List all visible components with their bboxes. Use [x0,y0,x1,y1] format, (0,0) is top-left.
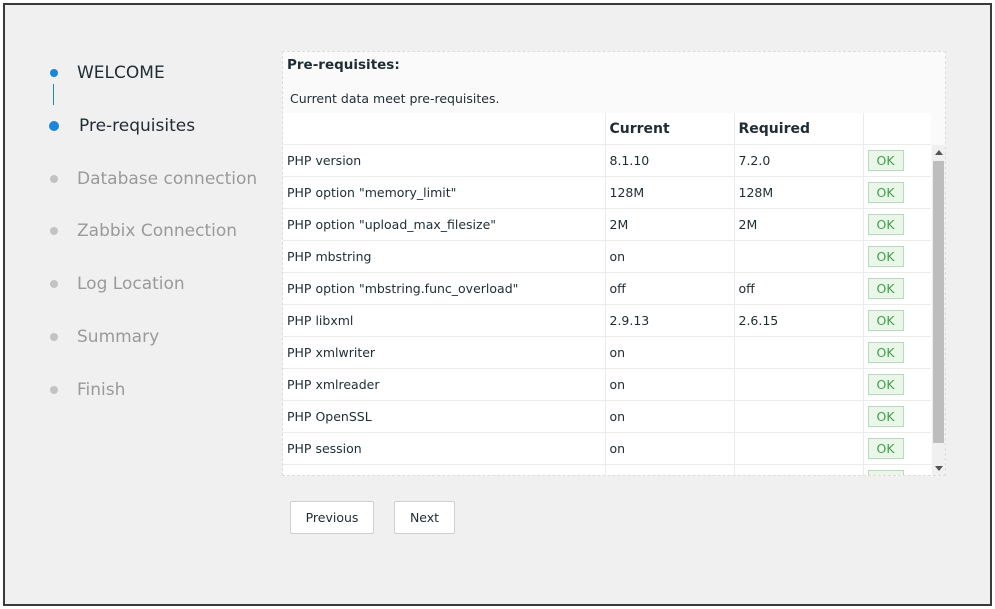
status-badge: OK [867,182,904,203]
name-cell: PHP mbstring [283,240,606,273]
name-cell: PHP OpenSSL [283,400,606,433]
status-badge: OK [867,246,904,267]
current-value-cell: 8.1.10 [605,144,735,177]
status-cell: OK [863,368,931,401]
required-value-cell: 2M [734,208,864,241]
step-label: Pre-requisites [79,116,196,136]
name-cell: PHP xmlwriter [283,336,606,369]
step-pending-dot-icon [50,280,58,288]
required-value-cell: 128M [734,176,864,209]
table-row: PHP option "mbstring.func_overload" off of… [283,272,931,305]
table-row: PHP xmlwriter on OK [283,336,931,369]
table-row: PHP mbstring on OK [283,240,931,273]
step-pending-dot-icon [50,175,58,183]
current-value-cell: 2M [605,208,735,241]
status-cell: OK [863,336,931,369]
step-current-dot-icon [49,121,59,131]
required-value-cell [734,464,864,475]
required-value-cell [734,432,864,465]
step-label: Log Location [77,274,185,294]
current-value-cell: on [605,464,735,475]
table-row: PHP option "upload_max_filesize" 2M 2M OK [283,208,931,241]
prerequisites-panel: Pre-requisites: Current data meet pre-re… [282,51,946,476]
table-row: PHP option "memory_limit" 128M 128M OK [283,176,931,209]
name-cell: PHP libxml [283,304,606,337]
required-value-cell: 2.6.15 [734,304,864,337]
table-row: PHP libxml 2.9.13 2.6.15 OK [283,304,931,337]
status-badge: OK [867,438,904,459]
status-cell: OK [863,432,931,465]
panel-message: Current data meet pre-requisites. [290,91,500,106]
status-badge: OK [867,470,904,475]
step-pending-dot-icon [50,386,58,394]
status-cell: OK [863,240,931,273]
required-value-cell [734,368,864,401]
status-cell: OK [863,208,931,241]
step-connector [53,84,54,105]
table-scrollbar[interactable] [932,145,945,475]
header-current: Current [605,113,735,145]
status-cell: OK [863,400,931,433]
panel-title: Pre-requisites: [287,57,400,73]
name-cell: PHP option "upload_max_filesize" [283,208,606,241]
required-value-cell [734,400,864,433]
status-badge: OK [867,310,904,331]
scrollbar-thumb[interactable] [933,161,944,443]
table-row: PHP OpenSSL on OK [283,400,931,433]
table-row: PHP gettexton OK [283,464,931,475]
status-badge: OK [867,374,904,395]
next-button[interactable]: Next [394,501,455,534]
step-pending-dot-icon [50,333,58,341]
step-label: Database connection [77,169,258,189]
status-badge: OK [867,406,904,427]
required-value-cell: off [734,272,864,305]
current-value-cell: on [605,368,735,401]
step-label: Finish [77,380,126,400]
status-cell: OK [863,144,931,177]
name-cell: PHP version [283,144,606,177]
step-pending-dot-icon [50,227,58,235]
prerequisites-table-scroll-area[interactable]: Current Required PHP version 8.1.10 7.2.0 O… [283,113,931,475]
status-cell: OK [863,176,931,209]
name-cell: PHP session [283,432,606,465]
status-cell: OK [863,272,931,305]
prerequisites-table: Current Required PHP version 8.1.10 7.2.0 O… [283,113,931,475]
status-badge: OK [867,342,904,363]
header-status [863,113,931,145]
table-row: PHP version 8.1.10 7.2.0 OK [283,144,931,177]
status-badge: OK [867,278,904,299]
status-cell: OK [863,304,931,337]
current-value-cell: on [605,240,735,273]
required-value-cell [734,336,864,369]
header-required: Required [734,113,864,145]
table-header-row: Current Required [283,113,931,145]
required-value-cell: 7.2.0 [734,144,864,177]
name-cell: PHP gettext [283,464,606,475]
required-value-cell [734,240,864,273]
scroll-down-arrow-icon[interactable] [935,466,943,471]
name-cell: PHP xmlreader [283,368,606,401]
current-value-cell: 2.9.13 [605,304,735,337]
previous-button[interactable]: Previous [290,501,374,534]
status-badge: OK [867,214,904,235]
header-name [283,113,606,145]
table-row: PHP session on OK [283,432,931,465]
status-cell: OK [863,464,931,475]
step-label: Zabbix Connection [77,221,238,241]
setup-window: WELCOME Pre-requisites Database connecti… [3,3,992,606]
current-value-cell: off [605,272,735,305]
current-value-cell: 128M [605,176,735,209]
table-row: PHP xmlreader on OK [283,368,931,401]
status-badge: OK [867,150,904,171]
current-value-cell: on [605,400,735,433]
name-cell: PHP option "memory_limit" [283,176,606,209]
step-done-dot-icon [50,69,58,77]
name-cell: PHP option "mbstring.func_overload" [283,272,606,305]
current-value-cell: on [605,432,735,465]
step-label: Summary [77,327,160,347]
scroll-up-arrow-icon[interactable] [935,150,943,155]
step-label: WELCOME [77,63,165,83]
current-value-cell: on [605,336,735,369]
